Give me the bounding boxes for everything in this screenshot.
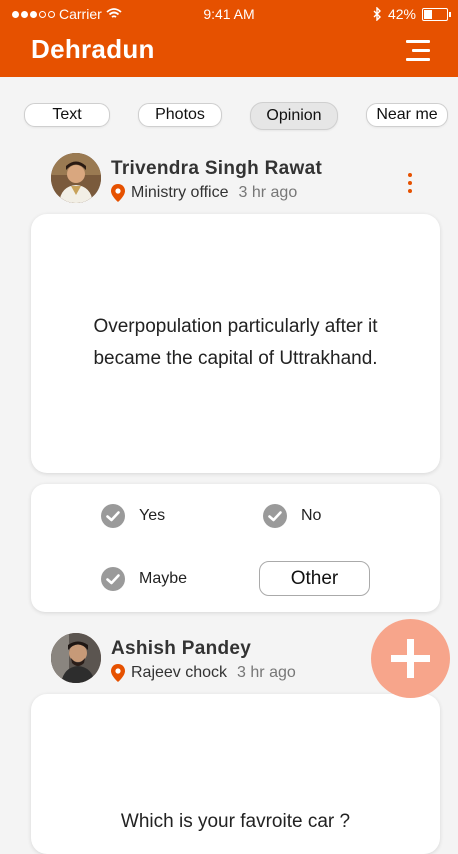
- option-maybe[interactable]: Maybe: [101, 567, 187, 591]
- bluetooth-icon: [373, 7, 381, 21]
- option-yes[interactable]: Yes: [101, 504, 165, 528]
- opinion-question: Which is your favroite car ?: [31, 806, 440, 838]
- opinion-card: Overpopulation particularly after it bec…: [31, 214, 440, 473]
- option-no[interactable]: No: [263, 504, 321, 528]
- post-time: 3 hr ago: [237, 664, 296, 681]
- check-icon: [101, 567, 125, 591]
- post-meta: Ministry office 3 hr ago: [111, 184, 297, 202]
- check-icon: [101, 504, 125, 528]
- check-icon: [263, 504, 287, 528]
- option-maybe-label: Maybe: [139, 570, 188, 587]
- more-options-icon[interactable]: [406, 173, 414, 195]
- location-pin-icon: [111, 184, 125, 202]
- tab-text[interactable]: Text: [24, 103, 110, 127]
- post-author[interactable]: Ashish Pandey: [111, 638, 251, 660]
- tab-photos[interactable]: Photos: [138, 103, 222, 127]
- question-line-1: Which is your favroite car ?: [120, 811, 351, 832]
- hamburger-menu-icon[interactable]: [406, 40, 430, 62]
- tab-opinion[interactable]: Opinion: [250, 102, 338, 130]
- opinion-question: Overpopulation particularly after it bec…: [31, 311, 440, 375]
- post-location: Rajeev chock: [131, 664, 228, 681]
- app-header: Carrier 9:41 AM 42% Dehradun: [0, 0, 458, 77]
- add-post-button[interactable]: [371, 619, 450, 698]
- other-button[interactable]: Other: [259, 561, 370, 596]
- status-bar: Carrier 9:41 AM 42%: [0, 0, 458, 28]
- avatar[interactable]: [51, 633, 101, 683]
- post-time: 3 hr ago: [238, 184, 298, 201]
- option-no-label: No: [301, 507, 322, 524]
- location-pin-icon: [111, 664, 125, 682]
- post-author[interactable]: Trivendra Singh Rawat: [111, 158, 322, 180]
- page-title: Dehradun: [31, 34, 155, 64]
- post-header: Trivendra Singh Rawat Ministry office 3 …: [0, 153, 458, 213]
- question-line-2: became the capital of Uttrakhand.: [93, 348, 378, 369]
- avatar[interactable]: [51, 153, 101, 203]
- tab-near-me[interactable]: Near me: [366, 103, 448, 127]
- status-right: 42%: [373, 6, 451, 22]
- battery-icon: [422, 7, 451, 21]
- opinion-card: Which is your favroite car ?: [31, 694, 440, 854]
- poll-options: Yes No Maybe Other: [31, 484, 440, 612]
- question-line-1: Overpopulation particularly after it: [93, 316, 378, 337]
- battery-percent: 42%: [387, 6, 416, 22]
- filter-tabs: Text Photos Opinion Near me: [0, 102, 458, 133]
- post-meta: Rajeev chock 3 hr ago: [111, 664, 296, 682]
- post-location: Ministry office: [131, 184, 229, 201]
- option-yes-label: Yes: [139, 507, 166, 524]
